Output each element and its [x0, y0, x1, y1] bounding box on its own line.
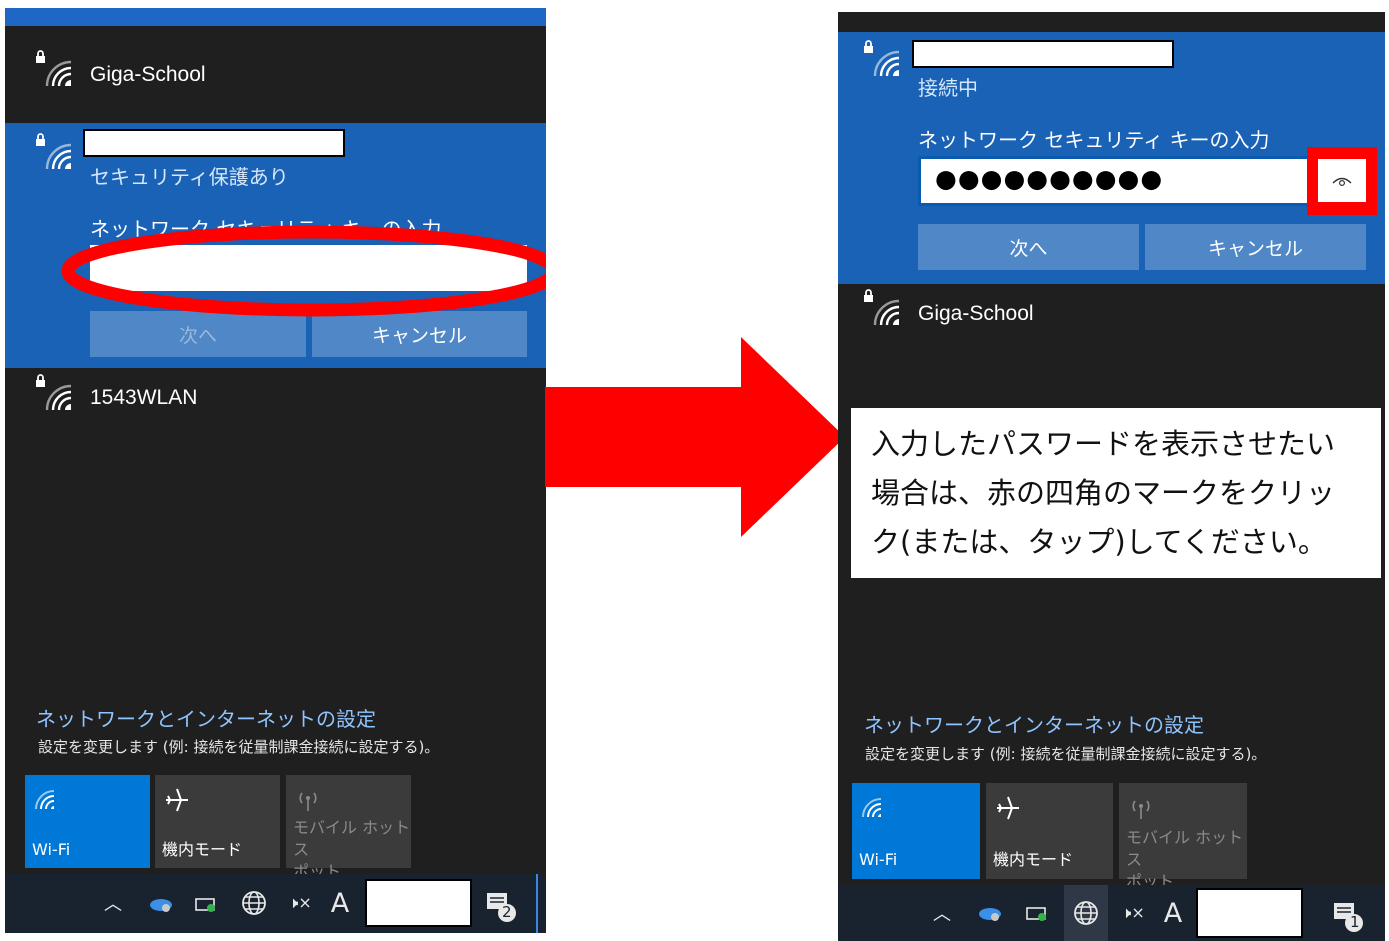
network-name: Giga-School — [90, 63, 206, 86]
tile-wifi[interactable]: Wi-Fi — [25, 775, 150, 868]
network-item-giga-school[interactable]: Giga-School — [838, 284, 1385, 354]
battery-icon[interactable] — [193, 890, 221, 918]
taskbar: ︿ 🕨× A 1 — [838, 885, 1385, 941]
chevron-up-icon[interactable]: ︿ — [101, 888, 125, 918]
instruction-callout: 入力したパスワードを表示させたい 場合は、赤の四角のマークをクリッ ク(または、… — [851, 408, 1381, 578]
notification-center-icon[interactable]: 1 — [1328, 896, 1368, 936]
tile-label: 機内モード — [162, 840, 243, 859]
globe-network-icon[interactable] — [1064, 885, 1108, 941]
tile-label: 機内モード — [993, 850, 1074, 869]
wifi-secured-icon — [35, 50, 73, 88]
onedrive-icon[interactable] — [976, 899, 1004, 927]
tile-label: Wi-Fi — [859, 850, 898, 869]
network-settings-link[interactable]: ネットワークとインターネットの設定 — [36, 703, 376, 732]
top-blue-edge — [5, 8, 546, 26]
network-name: 1543WLAN — [90, 386, 198, 409]
network-item-connecting[interactable]: 接続中 ネットワーク セキュリティ キーの入力 ●●●●●●●●●● 次へ キャ… — [838, 32, 1385, 284]
next-button[interactable]: 次へ — [918, 224, 1139, 270]
wifi-secured-icon — [863, 289, 901, 327]
wifi-secured-icon — [35, 374, 73, 412]
notification-count: 2 — [502, 903, 512, 921]
reveal-password-highlight — [1307, 147, 1377, 215]
taskbar: ︿ 🕨× A 2 — [5, 874, 546, 933]
red-circle-highlight — [61, 225, 546, 317]
ime-mode-indicator[interactable]: A — [1158, 896, 1188, 930]
airplane-icon — [997, 796, 1019, 820]
network-name: Giga-School — [918, 302, 1034, 325]
tile-airplane-mode[interactable]: 機内モード — [986, 783, 1113, 879]
eye-icon — [1332, 177, 1352, 186]
wifi-icon — [862, 798, 882, 818]
network-status: セキュリティ保護あり — [90, 165, 289, 189]
tile-label: モバイル ホットス ポット — [1126, 828, 1244, 891]
hotspot-icon — [299, 792, 317, 811]
network-settings-link[interactable]: ネットワークとインターネットの設定 — [864, 709, 1204, 738]
taskbar-divider — [536, 874, 538, 933]
airplane-icon — [166, 788, 188, 812]
network-settings-desc: 設定を変更します (例: 接続を従量制課金接続に設定する)。 — [38, 738, 440, 756]
callout-line: ク(または、タップ)してください。 — [871, 525, 1327, 559]
callout-line: 入力したパスワードを表示させたい — [871, 427, 1336, 461]
onedrive-icon[interactable] — [147, 890, 175, 918]
tile-mobile-hotspot[interactable]: モバイル ホットス ポット — [1119, 783, 1247, 891]
wifi-secured-icon — [35, 133, 73, 171]
tile-airplane-mode[interactable]: 機内モード — [155, 775, 280, 868]
clock-redacted[interactable] — [1196, 888, 1303, 938]
volume-muted-icon[interactable]: 🕨× — [1118, 898, 1148, 928]
notification-center-icon[interactable]: 2 — [481, 886, 521, 926]
battery-icon[interactable] — [1024, 899, 1052, 927]
hotspot-icon — [1132, 800, 1150, 819]
top-dark-edge — [838, 12, 1385, 32]
globe-network-icon[interactable] — [239, 888, 269, 918]
callout-line: 場合は、赤の四角のマークをクリッ — [871, 476, 1336, 510]
chevron-up-icon[interactable]: ︿ — [930, 898, 954, 928]
wifi-icon — [35, 790, 55, 810]
network-settings-desc: 設定を変更します (例: 接続を従量制課金接続に設定する)。 — [865, 745, 1267, 763]
security-key-label: ネットワーク セキュリティ キーの入力 — [918, 128, 1270, 152]
redacted-network-name — [83, 129, 345, 157]
tile-mobile-hotspot[interactable]: モバイル ホットス ポット — [286, 775, 411, 881]
volume-muted-icon[interactable]: 🕨× — [285, 888, 315, 918]
redacted-network-name — [912, 40, 1174, 68]
ime-mode-indicator[interactable]: A — [325, 886, 355, 920]
wifi-secured-icon — [863, 40, 901, 78]
reveal-password-button[interactable] — [1318, 159, 1366, 202]
wifi-flyout-left: Giga-School セキュリティ保護あり ネットワーク セキュリティ キーの… — [5, 8, 546, 933]
tile-wifi[interactable]: Wi-Fi — [852, 783, 980, 879]
network-item-1543wlan[interactable]: 1543WLAN — [5, 368, 546, 438]
masked-password: ●●●●●●●●●● — [935, 164, 1164, 193]
clock-redacted[interactable] — [365, 879, 472, 927]
security-key-input[interactable]: ●●●●●●●●●● — [918, 156, 1310, 206]
network-status: 接続中 — [918, 76, 978, 100]
cancel-button[interactable]: キャンセル — [1145, 224, 1366, 270]
tile-label: Wi-Fi — [32, 840, 71, 859]
notification-count: 1 — [1350, 913, 1360, 931]
right-arrow-icon — [545, 337, 845, 537]
network-item-giga-school[interactable]: Giga-School — [5, 26, 546, 130]
